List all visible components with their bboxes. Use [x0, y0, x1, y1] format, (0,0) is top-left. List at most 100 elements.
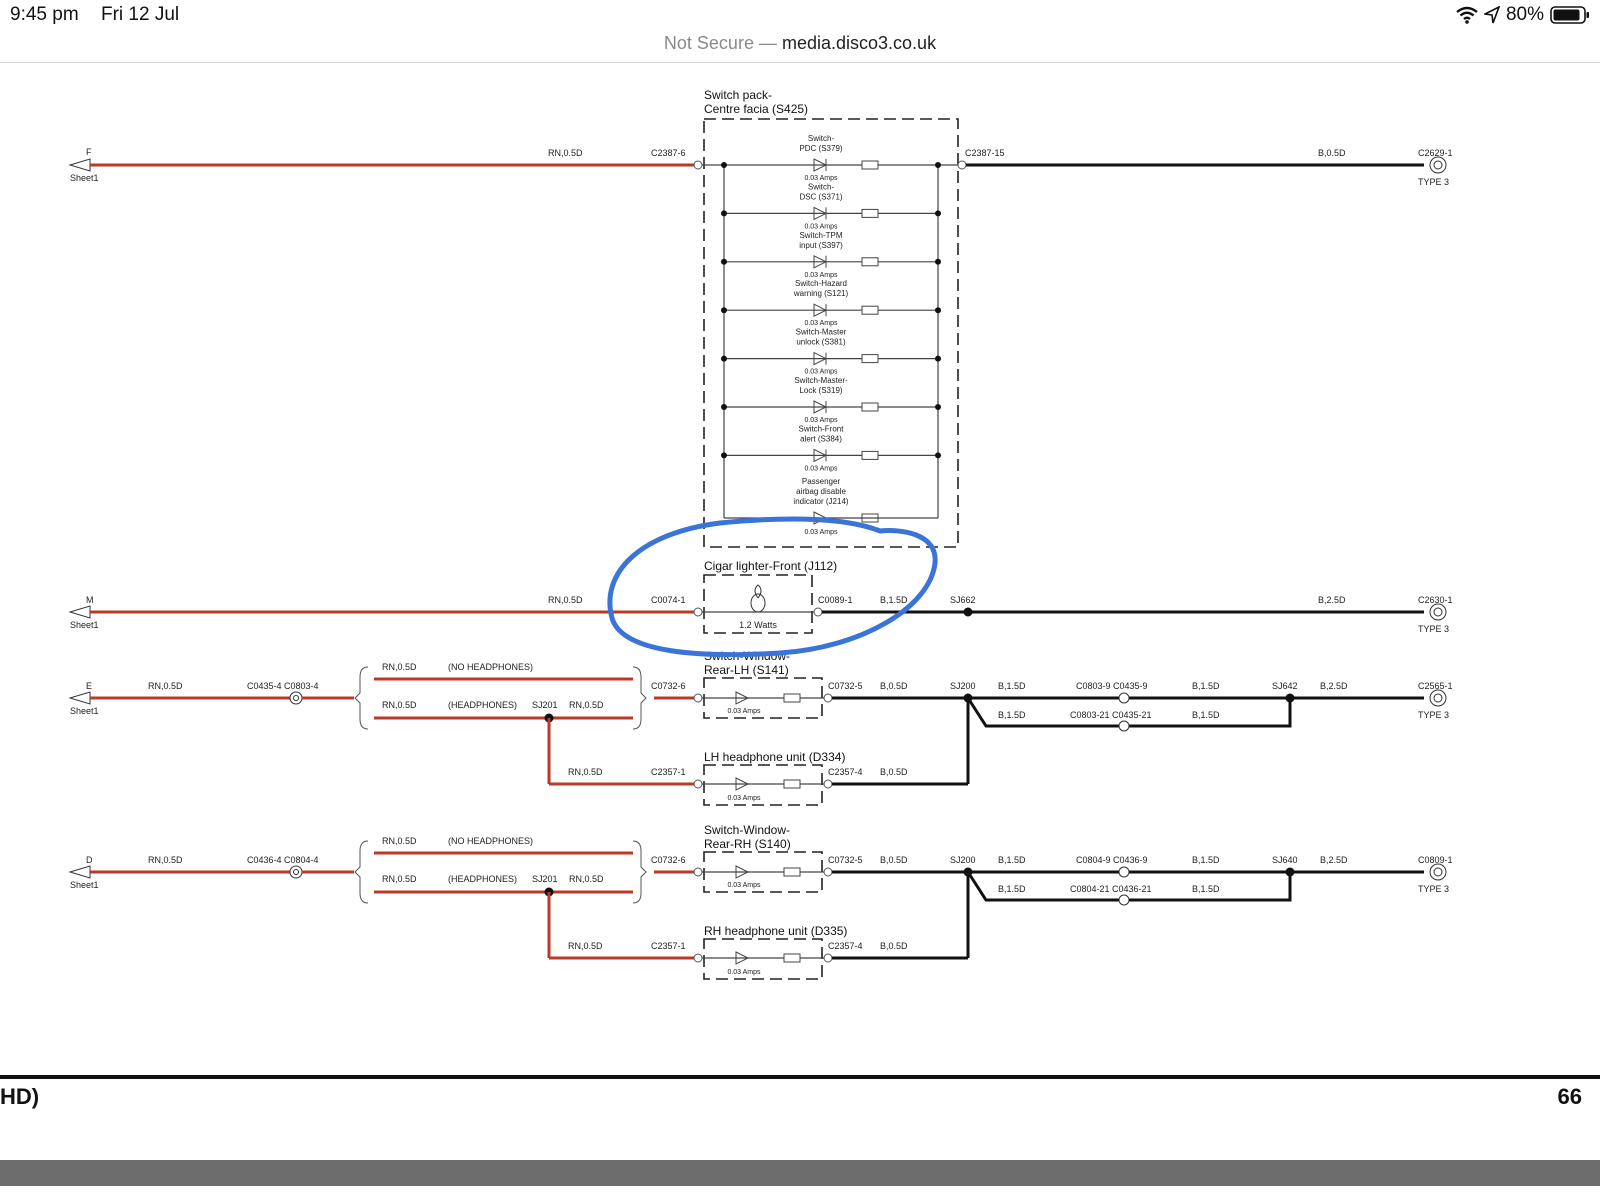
switch-row: Switch-Masterunlock (S381) 0.03 Amps: [721, 328, 941, 376]
row-d-wire-left: RN,0.5D: [148, 855, 183, 865]
row-m-sheet: Sheet1: [70, 620, 99, 630]
row-d: D Sheet1 RN,0.5D C0436-4 C0804-4 RN,0.5D…: [68, 823, 1453, 980]
cigar-title: Cigar lighter-Front (J112): [704, 559, 837, 573]
row-d-splice-main: SJ200: [950, 855, 976, 865]
switch-pack-title-2: Centre facia (S425): [704, 102, 808, 116]
switch-label-1: Switch-Hazard: [795, 279, 847, 288]
row-e-letter: E: [86, 681, 92, 691]
row-e-sheet: Sheet1: [70, 706, 99, 716]
row-e-conn-end: C2565-1: [1418, 681, 1453, 691]
row-m-conn-end: C2630-1: [1418, 595, 1453, 605]
url-separator: —: [758, 33, 777, 53]
row-e-wire-main1: B,1.5D: [998, 681, 1026, 691]
row-f-sheet: Sheet1: [70, 173, 99, 183]
row-m-type: TYPE 3: [1418, 624, 1449, 634]
row-m-conn-right: C0089-1: [818, 595, 853, 605]
status-time: 9:45 pm: [10, 4, 79, 25]
row-e-hp-amps: 0.03 Amps: [727, 795, 761, 802]
switch-rows: Switch-PDC (S379)0.03 AmpsSwitch-DSC (S3…: [721, 134, 941, 472]
row-e-hp-title: LH headphone unit (D334): [704, 750, 845, 764]
row-m-splice: SJ662: [950, 595, 976, 605]
footer-rule: [0, 1075, 1600, 1079]
address-bar[interactable]: Not Secure — media.disco3.co.uk: [0, 30, 1600, 63]
row-e-splice-end: SJ642: [1272, 681, 1298, 691]
row-e-wire-lower2: B,1.5D: [1192, 710, 1220, 720]
footer-left-text: HD): [0, 1084, 40, 1109]
row-e-type: TYPE 3: [1418, 710, 1449, 720]
row-d-hp-conn-out: C2357-4: [828, 941, 863, 951]
battery-icon: [1550, 6, 1589, 24]
switch-label-2: unlock (S381): [796, 338, 846, 347]
switch-row: Switch-Hazardwarning (S121) 0.03 Amps: [721, 279, 941, 327]
row-e-wire-main2: B,1.5D: [1192, 681, 1220, 691]
row-e-splice-hp: SJ201: [532, 700, 558, 710]
row-e-conn-left: C0435-4 C0803-4: [247, 681, 319, 691]
row-e-amps: 0.03 Amps: [727, 708, 761, 715]
switch-label-2: input (S397): [799, 241, 843, 250]
row-d-hp-amps: 0.03 Amps: [727, 969, 761, 976]
switch-label-1: Switch-Front: [799, 424, 845, 433]
switch-amps: 0.03 Amps: [804, 320, 838, 327]
switch-amps: 0.03 Amps: [804, 223, 838, 230]
row-e-hp-wire: RN,0.5D: [568, 767, 603, 777]
row-f-type: TYPE 3: [1418, 177, 1449, 187]
switch-amps: 0.03 Amps: [804, 272, 838, 279]
row-d-wire-main2: B,1.5D: [1192, 855, 1220, 865]
row-e-wire-hp: RN,0.5D: [382, 700, 417, 710]
row-m-wire-mid: B,1.5D: [880, 595, 908, 605]
row-d-conn-main1: C0804-9 C0436-9: [1076, 855, 1148, 865]
switch-label-1: Switch-Master-: [794, 376, 848, 385]
row-e-switch-title-2: Rear-LH (S141): [704, 663, 789, 677]
page-number: 66: [1557, 1084, 1582, 1109]
switch-label-1: Switch-TPM: [799, 231, 842, 240]
switch-label-1: Switch-: [808, 182, 835, 191]
row-e-splice-main: SJ200: [950, 681, 976, 691]
row-m-conn-left: C0074-1: [651, 595, 686, 605]
row-d-splice-end: SJ640: [1272, 855, 1298, 865]
airbag-indicator: Passenger airbag disable indicator (J214…: [724, 477, 938, 536]
row-e-conn-sw-in: C0732-6: [651, 681, 686, 691]
switch-label-2: Lock (S319): [799, 386, 842, 395]
row-e-hp-wire-out: B,0.5D: [880, 767, 908, 777]
wiring-diagram: Switch pack- Centre facia (S425) Switch-…: [68, 88, 1453, 980]
row-m-letter: M: [86, 595, 94, 605]
row-e-wire-left: RN,0.5D: [148, 681, 183, 691]
row-d-wire-lower2: B,1.5D: [1192, 884, 1220, 894]
battery-percent: 80%: [1505, 4, 1544, 25]
row-m-wire-right: B,2.5D: [1318, 595, 1346, 605]
row-d-conn-left: C0436-4 C0804-4: [247, 855, 319, 865]
row-f-letter: F: [86, 147, 92, 157]
switch-label-2: PDC (S379): [799, 144, 842, 153]
row-d-conn-sw-in: C0732-6: [651, 855, 686, 865]
row-d-splice-hp: SJ201: [532, 874, 558, 884]
switch-label-1: Switch-Master: [796, 328, 847, 337]
airbag-amps: 0.03 Amps: [804, 529, 838, 536]
row-d-switch-title-1: Switch-Window-: [704, 823, 790, 837]
row-f-wire-right: B,0.5D: [1318, 148, 1346, 158]
row-d-hp-conn-in: C2357-1: [651, 941, 686, 951]
switch-label-2: alert (S384): [800, 434, 842, 443]
location-icon: [1483, 6, 1500, 24]
cigar-watts: 1.2 Watts: [739, 620, 777, 630]
row-d-wire-sw-out: B,0.5D: [880, 855, 908, 865]
switch-amps: 0.03 Amps: [804, 369, 838, 376]
switch-row: Switch-Master-Lock (S319) 0.03 Amps: [721, 376, 941, 424]
row-d-hp-title: RH headphone unit (D335): [704, 924, 847, 938]
row-d-conn-lower: C0804-21 C0436-21: [1070, 884, 1152, 894]
switch-amps: 0.03 Amps: [804, 175, 838, 182]
switch-row: Switch-TPMinput (S397) 0.03 Amps: [721, 231, 941, 279]
row-d-wire-end: B,2.5D: [1320, 855, 1348, 865]
bottom-toolbar: [0, 1160, 1600, 1186]
row-d-amps: 0.03 Amps: [727, 882, 761, 889]
switch-label-1: Switch-: [808, 134, 835, 143]
row-f-wire-left: RN,0.5D: [548, 148, 583, 158]
row-e-hp-conn-out: C2357-4: [828, 767, 863, 777]
row-d-sheet: Sheet1: [70, 880, 99, 890]
row-d-hp-wire-out: B,0.5D: [880, 941, 908, 951]
row-d-wire-hp: RN,0.5D: [382, 874, 417, 884]
row-m-wire-left: RN,0.5D: [548, 595, 583, 605]
status-date: Fri 12 Jul: [101, 4, 180, 25]
row-f-conn-end: C2629-1: [1418, 148, 1453, 158]
row-e-conn-sw-out: C0732-5: [828, 681, 863, 691]
row-e-note-hp: (HEADPHONES): [448, 700, 517, 710]
